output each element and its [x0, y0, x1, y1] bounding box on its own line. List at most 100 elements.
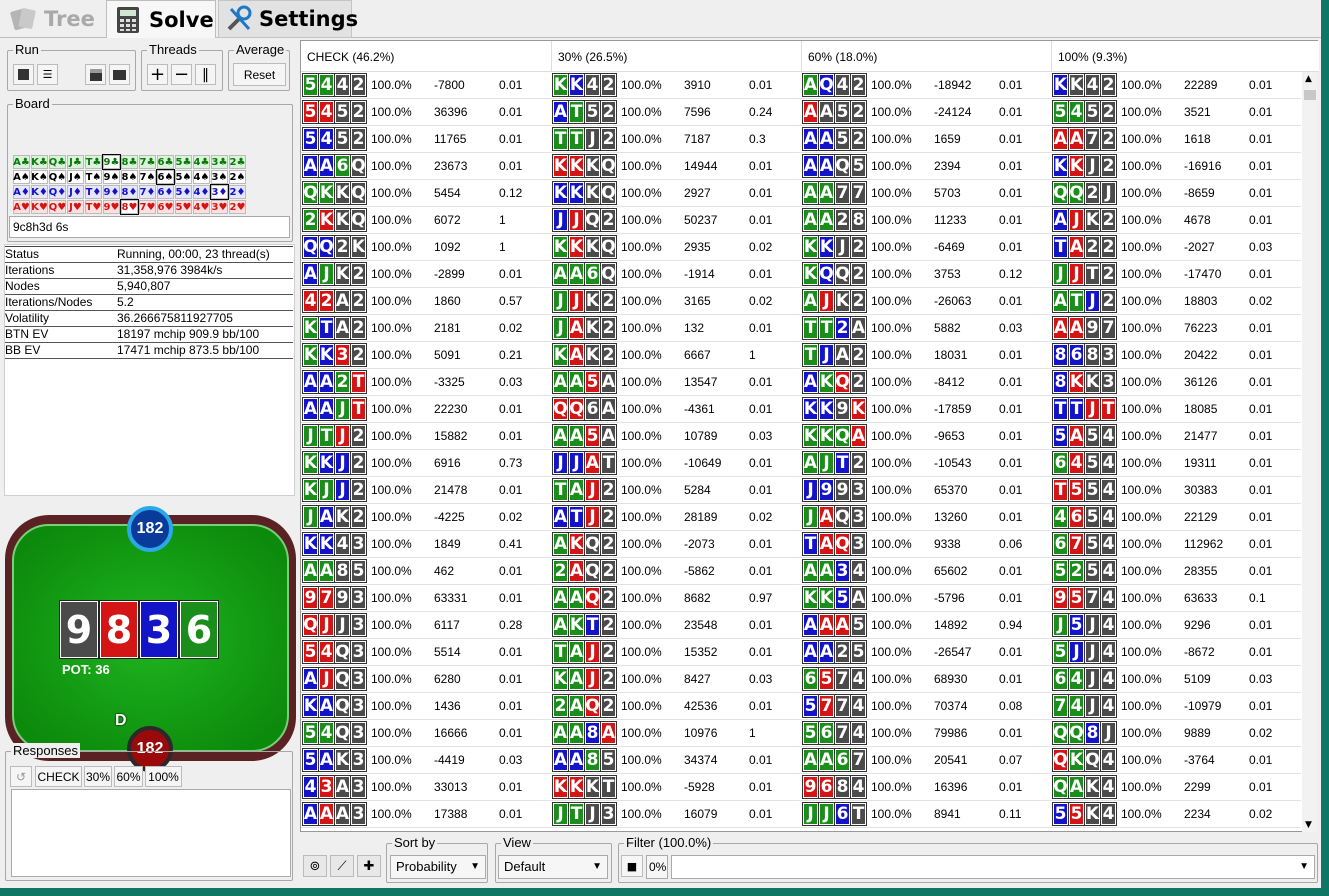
board-card-button[interactable]: 5♣ — [175, 155, 192, 169]
board-card-button[interactable]: 8♠ — [121, 170, 138, 184]
hand-cell[interactable]: Q Q 2 J 100.0% -8659 0.01 — [1051, 180, 1301, 207]
hand-cell[interactable]: 5 4 5 2 100.0% 3521 0.01 — [1051, 99, 1301, 126]
table-row[interactable]: Q K K Q 100.0% 5454 0.12 K K K Q 100.0% 2927 0.01 A A 7 7… — [301, 180, 1301, 207]
board-card-button[interactable]: A♠ — [13, 170, 30, 184]
column-bet-100[interactable]: 100% (9.3%) — [1051, 41, 1301, 72]
hand-cell[interactable]: A J K 2 100.0% -2899 0.01 — [301, 261, 551, 288]
hand-cell[interactable]: 8 K K 3 100.0% 36126 0.01 — [1051, 369, 1301, 396]
board-card-button[interactable]: 9♥ — [103, 200, 120, 214]
remove-thread-button[interactable]: − — [171, 64, 192, 85]
table-row[interactable]: 5 4 Q 3 100.0% 5514 0.01 T A J 2 100.0% 15352 0.01 A A 2… — [301, 639, 1301, 666]
add-thread-button[interactable]: + — [147, 64, 168, 85]
hand-cell[interactable]: J A K 2 100.0% 132 0.01 — [551, 315, 801, 342]
hand-cell[interactable]: K A J 2 100.0% 8427 0.03 — [551, 666, 801, 693]
hand-cell[interactable]: A A 6 Q 100.0% -1914 0.01 — [551, 261, 801, 288]
hand-cell[interactable]: 6 5 7 4 100.0% 68930 0.01 — [801, 666, 1051, 693]
save-button[interactable] — [85, 64, 106, 85]
hand-cell[interactable]: 6 4 J 4 100.0% 5109 0.03 — [1051, 666, 1301, 693]
hand-cell[interactable]: A A 8 5 100.0% 462 0.01 — [301, 558, 551, 585]
view-select[interactable]: Default ▼ — [498, 855, 608, 879]
hand-cell[interactable]: K K K Q 100.0% 14944 0.01 — [551, 153, 801, 180]
hand-cell[interactable]: 5 4 Q 3 100.0% 5514 0.01 — [301, 639, 551, 666]
board-card-button[interactable]: 7♠ — [139, 170, 156, 184]
table-row[interactable]: K K J 2 100.0% 6916 0.73 J J A T 100.0% -10649 0.01 A J… — [301, 450, 1301, 477]
response-check-button[interactable]: CHECK — [35, 766, 82, 787]
hand-cell[interactable]: J J 6 T 100.0% 8941 0.11 — [801, 801, 1051, 828]
hand-cell[interactable]: A K T 2 100.0% 23548 0.01 — [551, 612, 801, 639]
hand-cell[interactable]: T T J T 100.0% 18085 0.01 — [1051, 396, 1301, 423]
board-card-button[interactable]: Q♠ — [49, 170, 66, 184]
hand-cell[interactable]: T T 2 A 100.0% 5882 0.03 — [801, 315, 1051, 342]
table-row[interactable]: 5 4 Q 3 100.0% 16666 0.01 A A 8 A 100.0% 10976 1 5 6 7 4 1… — [301, 720, 1301, 747]
hand-cell[interactable]: J J T 2 100.0% -17470 0.01 — [1051, 261, 1301, 288]
puzzle-button[interactable]: ✚ — [357, 855, 381, 877]
log-button[interactable]: ☰ — [37, 64, 58, 85]
tab-tree[interactable]: Tree — [2, 0, 105, 38]
board-card-button[interactable]: J♠ — [67, 170, 84, 184]
hand-cell[interactable]: 5 J J 4 100.0% -8672 0.01 — [1051, 639, 1301, 666]
hand-cell[interactable]: K K J 2 100.0% 6916 0.73 — [301, 450, 551, 477]
hand-cell[interactable]: 6 7 5 4 100.0% 112962 0.01 — [1051, 531, 1301, 558]
table-row[interactable]: Q Q 2 K 100.0% 1092 1 K K K Q 100.0% 2935 0.02 K K J 2 100… — [301, 234, 1301, 261]
hand-cell[interactable]: A A A 3 100.0% 17388 0.01 — [301, 801, 551, 828]
board-card-button[interactable]: K♣ — [31, 155, 48, 169]
hand-cell[interactable]: T A Q 3 100.0% 9338 0.06 — [801, 531, 1051, 558]
hand-cell[interactable]: A T 5 2 100.0% 7596 0.24 — [551, 99, 801, 126]
table-row[interactable]: K T A 2 100.0% 2181 0.02 J A K 2 100.0% 132 0.01 T T 2 A 1… — [301, 315, 1301, 342]
board-card-button[interactable]: 3♦ — [210, 184, 229, 200]
table-row[interactable]: K A Q 3 100.0% 1436 0.01 2 A Q 2 100.0% 42536 0.01 5 7 7… — [301, 693, 1301, 720]
board-card-button[interactable]: 6♦ — [157, 185, 174, 199]
hand-cell[interactable]: A A 3 4 100.0% 65602 0.01 — [801, 558, 1051, 585]
table-row[interactable]: K K 4 3 100.0% 1849 0.41 A K Q 2 100.0% -2073 0.01 T A Q… — [301, 531, 1301, 558]
pause-button[interactable]: ‖ — [195, 64, 216, 85]
hand-cell[interactable]: A A J T 100.0% 22230 0.01 — [301, 396, 551, 423]
vertical-scrollbar[interactable]: ▲ ▼ — [1302, 72, 1318, 832]
board-card-button[interactable]: 3♠ — [211, 170, 228, 184]
table-row[interactable]: A J Q 3 100.0% 6280 0.01 K A J 2 100.0% 8427 0.03 6 5 7 4… — [301, 666, 1301, 693]
hand-cell[interactable]: 2 K K Q 100.0% 6072 1 — [301, 207, 551, 234]
hand-cell[interactable]: T 5 5 4 100.0% 30383 0.01 — [1051, 477, 1301, 504]
hand-cell[interactable]: A K Q 2 100.0% -8412 0.01 — [801, 369, 1051, 396]
board-card-button[interactable]: 2♣ — [229, 155, 246, 169]
hand-cell[interactable]: 4 2 A 2 100.0% 1860 0.57 — [301, 288, 551, 315]
response-100-button[interactable]: 100% — [145, 766, 182, 787]
hand-cell[interactable]: J J A T 100.0% -10649 0.01 — [551, 450, 801, 477]
sort-select[interactable]: Probability ▼ — [390, 855, 486, 879]
table-row[interactable]: 5 4 5 2 100.0% 11765 0.01 T T J 2 100.0% 7187 0.3 A A 5 2… — [301, 126, 1301, 153]
hand-cell[interactable]: A A 8 5 100.0% 34374 0.01 — [551, 747, 801, 774]
table-row[interactable]: 4 2 A 2 100.0% 1860 0.57 J J K 2 100.0% 3165 0.02 A J K 2… — [301, 288, 1301, 315]
board-card-button[interactable]: 7♦ — [139, 185, 156, 199]
hand-cell[interactable]: A T J 2 100.0% 28189 0.02 — [551, 504, 801, 531]
hand-cell[interactable]: 5 4 Q 3 100.0% 16666 0.01 — [301, 720, 551, 747]
hand-cell[interactable]: Q K K Q 100.0% 5454 0.12 — [301, 180, 551, 207]
hand-cell[interactable]: T J A 2 100.0% 18031 0.01 — [801, 342, 1051, 369]
board-card-button[interactable]: Q♦ — [49, 185, 66, 199]
board-card-button[interactable]: 5♥ — [175, 200, 192, 214]
table-row[interactable]: Q J J 3 100.0% 6117 0.28 A K T 2 100.0% 23548 0.01 A A A… — [301, 612, 1301, 639]
board-card-button[interactable]: 9♠ — [103, 170, 120, 184]
hand-cell[interactable]: 9 5 7 4 100.0% 63633 0.1 — [1051, 585, 1301, 612]
tab-solve[interactable]: Solve — [106, 0, 216, 38]
hand-cell[interactable]: A Q 4 2 100.0% -18942 0.01 — [801, 72, 1051, 99]
hand-cell[interactable]: K K 4 2 100.0% 22289 0.01 — [1051, 72, 1301, 99]
hand-cell[interactable]: K K J 2 100.0% -16916 0.01 — [1051, 153, 1301, 180]
hand-cell[interactable]: Q J J 3 100.0% 6117 0.28 — [301, 612, 551, 639]
hand-cell[interactable]: K K 3 2 100.0% 5091 0.21 — [301, 342, 551, 369]
hand-cell[interactable]: J A Q 3 100.0% 13260 0.01 — [801, 504, 1051, 531]
board-card-button[interactable]: T♦ — [85, 185, 102, 199]
board-card-button[interactable]: 8♥ — [120, 199, 139, 215]
lock-button[interactable]: ■ — [621, 855, 643, 877]
table-row[interactable]: A J K 2 100.0% -2899 0.01 A A 6 Q 100.0% -1914 0.01 K Q… — [301, 261, 1301, 288]
binoculars-button[interactable]: ⊚ — [303, 855, 327, 877]
hand-cell[interactable]: K K 4 2 100.0% 3910 0.01 — [551, 72, 801, 99]
board-card-button[interactable]: 6♠ — [156, 169, 175, 185]
table-row[interactable]: 5 4 4 2 100.0% -7800 0.01 K K 4 2 100.0% 3910 0.01 A Q 4… — [301, 72, 1301, 99]
hand-cell[interactable]: A A 6 7 100.0% 20541 0.07 — [801, 747, 1051, 774]
board-card-button[interactable]: 2♠ — [229, 170, 246, 184]
table-row[interactable]: A A A 3 100.0% 17388 0.01 J T J 3 100.0% 16079 0.01 J J… — [301, 801, 1301, 828]
hand-cell[interactable]: Q K Q 4 100.0% -3764 0.01 — [1051, 747, 1301, 774]
hand-cell[interactable]: 9 6 8 4 100.0% 16396 0.01 — [801, 774, 1051, 801]
board-card-button[interactable]: 2♦ — [229, 185, 246, 199]
hand-cell[interactable]: A J K 2 100.0% -26063 0.01 — [801, 288, 1051, 315]
hand-cell[interactable]: K K 9 K 100.0% -17859 0.01 — [801, 396, 1051, 423]
